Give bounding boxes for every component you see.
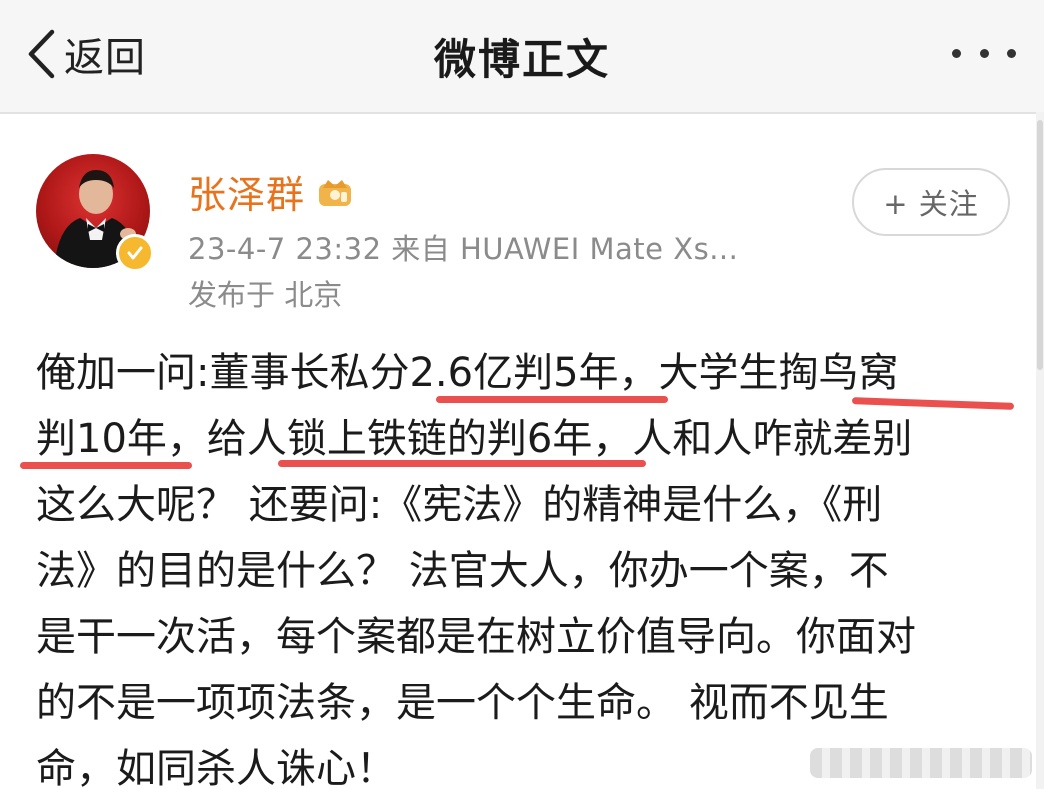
scrollbar-thumb[interactable] (1037, 120, 1043, 370)
back-button[interactable]: 返回 (26, 22, 146, 86)
weibo-post-page: 返回 微博正文 张泽群 23-4-7 23:32 来自 HUAWEI Mate … (0, 0, 1044, 789)
avatar[interactable] (36, 154, 154, 272)
dot (979, 48, 989, 58)
post-location: 发布于 北京 (188, 278, 343, 312)
watermark (810, 748, 1032, 778)
post-body: 俺加一问:董事长私分2.6亿判5年，大学生掏鸟窝 判10年，给人锁上铁链的判6年… (36, 340, 1026, 789)
highlight-underline (20, 462, 192, 469)
page-title: 微博正文 (433, 35, 610, 84)
dot (1007, 48, 1016, 58)
vip-crown-icon (319, 179, 352, 206)
highlight-underline (278, 460, 646, 467)
post-line: 这么大呢？ 还要问:《宪法》的精神是什么，《刑 (36, 482, 883, 528)
post-line: 法》的目的是什么？ 法官大人，你办一个案，不 (36, 548, 889, 594)
post-line: 的不是一项项法条，是一个个生命。 视而不见生 (36, 680, 889, 726)
follow-button[interactable]: + 关注 (852, 168, 1010, 236)
post-meta: 23-4-7 23:32 来自 HUAWEI Mate Xs... (188, 232, 739, 266)
more-dots-icon[interactable] (952, 38, 1016, 68)
top-navigation-bar: 返回 微博正文 (0, 0, 1044, 114)
dot (952, 48, 961, 58)
highlight-underline (436, 396, 668, 403)
username-row: 张泽群 (188, 164, 355, 219)
back-label: 返回 (64, 35, 146, 81)
verified-badge-icon (116, 234, 154, 272)
post-line: 是干一次活，每个案都是在树立价值导向。你面对 (36, 614, 916, 660)
username[interactable]: 张泽群 (188, 164, 305, 219)
chevron-left-icon (28, 29, 55, 79)
